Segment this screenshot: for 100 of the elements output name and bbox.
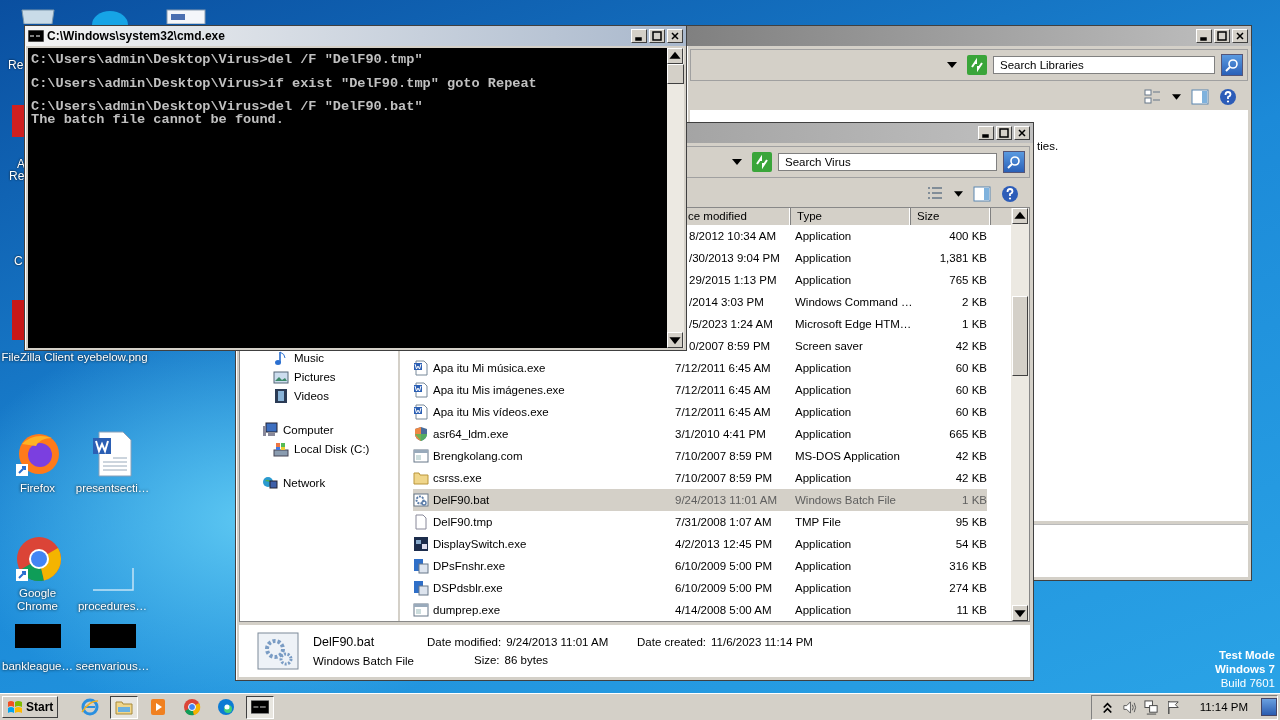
dropdown-arrow-icon[interactable]: [947, 62, 957, 68]
network-icon[interactable]: [1143, 699, 1159, 715]
flag-icon[interactable]: [1165, 699, 1181, 715]
file-name[interactable]: DisplaySwitch.exe: [433, 538, 527, 550]
size-cell-text: 1 KB: [961, 318, 987, 330]
icon-label: Re: [8, 58, 24, 72]
type-cell-text: Application: [795, 560, 853, 572]
maximize-button[interactable]: [649, 29, 665, 43]
icon-label[interactable]: bankleague…: [0, 660, 75, 673]
scroll-down-icon[interactable]: [667, 332, 683, 348]
size-cell-text: 1 KB: [961, 494, 987, 506]
size-cell-text: 765 KB: [948, 274, 987, 286]
scrollbar[interactable]: [1011, 208, 1029, 621]
file-name[interactable]: csrss.exe: [433, 472, 482, 484]
scroll-down-icon[interactable]: [1012, 605, 1028, 621]
refresh-icon[interactable]: [752, 152, 772, 172]
file-name[interactable]: DPsFnshr.exe: [433, 560, 506, 572]
field-label: Date created:: [637, 636, 707, 648]
program-icon: [413, 580, 429, 596]
chrome-icon[interactable]: [13, 535, 62, 583]
nav-item[interactable]: Local Disk (C:): [240, 441, 398, 457]
size-cell-text: 54 KB: [954, 538, 987, 550]
type-cell-text: Application: [795, 538, 853, 550]
close-button[interactable]: [1232, 29, 1248, 43]
file-name[interactable]: asr64_ldm.exe: [433, 428, 509, 440]
maximize-icon: [1217, 31, 1227, 41]
program-icon: [413, 558, 429, 574]
size-cell-text: 42 KB: [954, 472, 987, 484]
file-name[interactable]: Apa itu Mi música.exe: [433, 362, 546, 374]
search-button[interactable]: [1003, 151, 1025, 173]
os-notice-text: Build 7601: [1220, 676, 1275, 690]
nav-item[interactable]: Videos: [240, 388, 398, 404]
dropdown-arrow-icon[interactable]: [1172, 94, 1181, 100]
file-name[interactable]: DelF90.tmp: [433, 516, 493, 528]
type-cell-text: Application: [795, 362, 853, 374]
file-name[interactable]: Apa itu Mis vídeos.exe: [433, 406, 549, 418]
scrollbar-thumb[interactable]: [1012, 296, 1028, 376]
show-desktop-button[interactable]: [1261, 698, 1277, 716]
dropdown-arrow-icon[interactable]: [732, 159, 742, 165]
nav-item[interactable]: Computer: [240, 422, 398, 438]
program-window-icon: [413, 602, 429, 618]
type-cell-text: Application: [795, 582, 853, 594]
icon-label[interactable]: eyebelow.png: [75, 351, 150, 364]
file-name[interactable]: dumprep.exe: [433, 604, 501, 616]
app-icon[interactable]: [90, 9, 130, 25]
scrollbar[interactable]: [667, 48, 684, 348]
type-cell-text: Application: [795, 472, 853, 484]
thumbnail-icon[interactable]: [89, 624, 136, 648]
start-button[interactable]: Start: [2, 696, 59, 718]
type-cell-text: Application: [795, 428, 853, 440]
column-header[interactable]: Type: [791, 208, 911, 225]
date-cell-text: /5/2023 1:24 AM: [688, 318, 774, 330]
column-header[interactable]: ce modified: [688, 208, 791, 225]
nav-item[interactable]: Network: [240, 475, 398, 491]
size-cell-text: 42 KB: [954, 340, 987, 352]
minimize-button[interactable]: [1196, 29, 1212, 43]
refresh-icon[interactable]: [967, 55, 987, 75]
search-icon: [1007, 155, 1021, 169]
file-name[interactable]: Brengkolang.com: [433, 450, 523, 462]
file-name[interactable]: Apa itu Mis imágenes.exe: [433, 384, 565, 396]
minimize-button[interactable]: [978, 126, 994, 140]
search-field[interactable]: Search Virus: [778, 153, 997, 171]
scroll-up-icon[interactable]: [667, 48, 683, 64]
search-button[interactable]: [1221, 54, 1243, 76]
file-name[interactable]: DSPdsblr.exe: [433, 582, 503, 594]
clock[interactable]: 11:14 PM: [1199, 701, 1248, 713]
document-icon[interactable]: [163, 8, 209, 24]
dropdown-arrow-icon[interactable]: [954, 191, 963, 197]
column-header[interactable]: Size: [911, 208, 991, 225]
scroll-up-icon[interactable]: [1012, 208, 1028, 224]
size-cell-text: 1,381 KB: [938, 252, 987, 264]
date-cell-text: 4/2/2013 12:45 PM: [675, 538, 774, 550]
scrollbar-thumb[interactable]: [667, 64, 684, 84]
icon-label: A: [17, 157, 25, 171]
search-field[interactable]: Search Libraries: [993, 56, 1215, 74]
console-icon[interactable]: [246, 695, 275, 719]
body-text: ties.: [1037, 140, 1059, 152]
field-value: 11/6/2023 11:14 PM: [711, 636, 813, 648]
minimize-button[interactable]: [631, 29, 647, 43]
nav-item[interactable]: Pictures: [240, 369, 398, 385]
maximize-button[interactable]: [1214, 29, 1230, 43]
film-icon: [273, 388, 289, 404]
close-button[interactable]: [667, 29, 683, 43]
date-cell-text: 7/31/2008 1:07 AM: [675, 516, 773, 528]
thumbnail-icon[interactable]: [14, 624, 61, 648]
maximize-button[interactable]: [996, 126, 1012, 140]
type-cell-text: Microsoft Edge HTM…: [795, 318, 913, 330]
computer-icon: [262, 422, 278, 438]
selected-row[interactable]: DelF90.bat 9/24/2013 11:01 AM Windows Batch File 1 KB: [413, 489, 987, 511]
speaker-icon[interactable]: [1121, 699, 1137, 715]
size-cell-text: 2 KB: [961, 296, 987, 308]
help-icon[interactable]: [1219, 88, 1237, 106]
icon-label[interactable]: FileZilla Client: [0, 351, 75, 364]
view-options-icon[interactable]: [1144, 88, 1162, 106]
folder-icon[interactable]: [110, 695, 139, 719]
help-icon[interactable]: [1001, 185, 1019, 203]
nav-item[interactable]: Music: [240, 350, 398, 366]
close-button[interactable]: [1014, 126, 1030, 140]
file-name[interactable]: DelF90.bat: [433, 494, 490, 506]
file-name: DelF90.bat: [313, 635, 376, 649]
